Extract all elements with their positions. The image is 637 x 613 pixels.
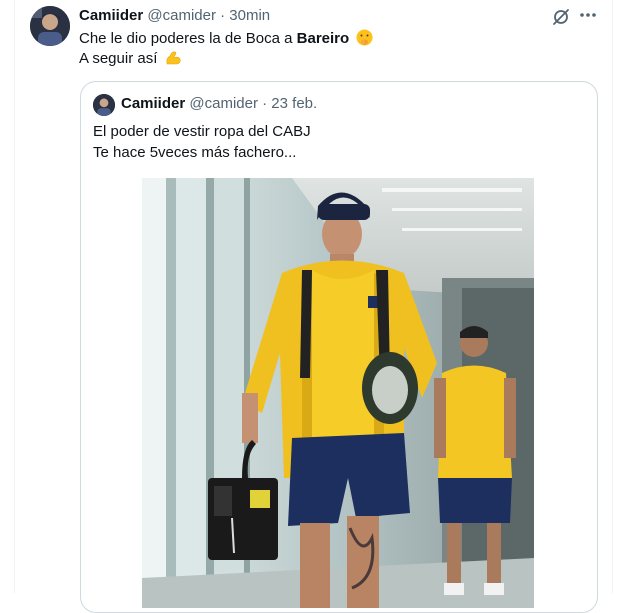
quoted-tweet-date[interactable]: 23 feb. bbox=[271, 95, 317, 112]
quoted-header-separator: · bbox=[262, 95, 268, 112]
tweet-text: Che le dio poderes la de Boca a Bareiro … bbox=[79, 29, 373, 69]
more-options-icon[interactable] bbox=[578, 5, 598, 25]
tweet-header: Camiider @camider · 30min bbox=[79, 7, 270, 25]
grok-icon[interactable] bbox=[552, 8, 570, 26]
quoted-tweet-photo[interactable] bbox=[142, 178, 534, 608]
tweet-text-start: Che le dio poderes la de Boca a bbox=[79, 30, 297, 47]
author-name[interactable]: Camiider bbox=[79, 7, 143, 24]
header-separator: · bbox=[220, 7, 226, 24]
timeline-border-right bbox=[612, 0, 613, 593]
quoted-text-line-1: El poder de vestir ropa del CABJ bbox=[93, 123, 311, 140]
flexed-biceps-emoji-icon bbox=[165, 49, 182, 66]
quoted-author-avatar[interactable] bbox=[93, 94, 115, 116]
tweet-text-line-2: A seguir así bbox=[79, 49, 373, 69]
tweet-text-bold: Bareiro bbox=[296, 30, 350, 47]
quoted-author-handle[interactable]: @camider bbox=[189, 95, 258, 112]
tweet-timestamp[interactable]: 30min bbox=[229, 7, 270, 24]
author-handle[interactable]: @camider bbox=[147, 7, 216, 24]
shushing-face-emoji-icon bbox=[356, 29, 373, 46]
author-avatar[interactable] bbox=[30, 6, 70, 46]
quoted-tweet-card[interactable]: Camiider @camider · 23 feb. El poder de … bbox=[80, 81, 598, 613]
tweet-text-second: A seguir así bbox=[79, 50, 158, 67]
quoted-text-line-2: Te hace 5veces más fachero... bbox=[93, 144, 297, 161]
quoted-tweet-text: El poder de vestir ropa del CABJ Te hace… bbox=[93, 121, 311, 163]
timeline-border-left bbox=[14, 0, 15, 593]
tweet-text-line-1: Che le dio poderes la de Boca a Bareiro bbox=[79, 29, 373, 49]
quoted-author-name[interactable]: Camiider bbox=[121, 95, 185, 112]
quoted-tweet-header: Camiider @camider · 23 feb. bbox=[121, 95, 317, 113]
